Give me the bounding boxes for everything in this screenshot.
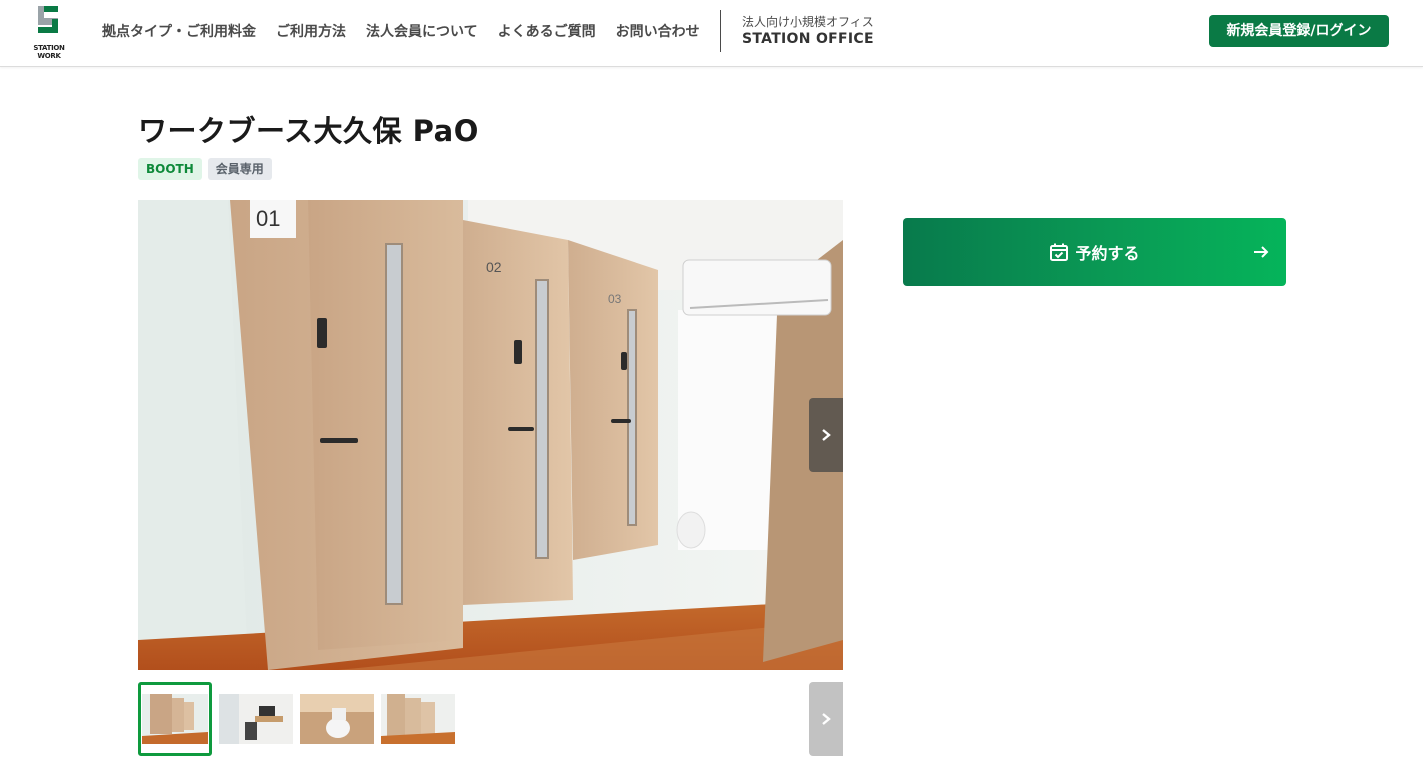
arrow-right-icon bbox=[1254, 246, 1269, 258]
nav-item-contact[interactable]: お問い合わせ bbox=[616, 20, 700, 44]
thumbnail-1[interactable] bbox=[138, 682, 212, 756]
thumbnail-next-button[interactable] bbox=[809, 682, 843, 756]
booth-label-02: 02 bbox=[486, 259, 502, 275]
reserve-button-content: 予約する bbox=[903, 218, 1286, 286]
chevron-right-icon bbox=[822, 429, 831, 441]
thumbnail-4[interactable] bbox=[381, 694, 455, 744]
logo-text: STATION WORK bbox=[33, 44, 65, 60]
nav-item-corporate[interactable]: 法人会員について bbox=[366, 20, 478, 44]
calendar-check-icon bbox=[1050, 243, 1069, 261]
thumbnail-3-image bbox=[300, 694, 374, 744]
main-photo: 01 02 03 bbox=[138, 200, 843, 670]
booth-tag: BOOTH bbox=[138, 158, 202, 180]
main-nav: 拠点タイプ・ご利用料金 ご利用方法 法人会員について よくあるご質問 お問い合わ… bbox=[102, 20, 720, 44]
chevron-right-icon bbox=[822, 713, 831, 725]
thumbnail-4-image bbox=[381, 694, 455, 744]
office-subtitle: 法人向け小規模オフィス bbox=[742, 15, 874, 29]
station-work-logo[interactable]: STATION WORK bbox=[32, 4, 66, 60]
nav-item-location-types[interactable]: 拠点タイプ・ご利用料金 bbox=[102, 20, 256, 44]
station-office-link[interactable]: 法人向け小規模オフィス STATION OFFICE bbox=[742, 14, 874, 48]
booth-label-03: 03 bbox=[608, 292, 622, 306]
signup-login-button[interactable]: 新規会員登録/ログイン bbox=[1209, 15, 1389, 47]
nav-item-how-to-use[interactable]: ご利用方法 bbox=[276, 20, 346, 44]
logo-s-mark bbox=[38, 6, 58, 33]
gallery-next-button[interactable] bbox=[809, 398, 843, 472]
members-only-tag: 会員専用 bbox=[207, 158, 272, 180]
nav-divider bbox=[720, 10, 721, 52]
site-header: STATION WORK 拠点タイプ・ご利用料金 ご利用方法 法人会員について よ… bbox=[0, 0, 1423, 67]
thumbnail-3[interactable] bbox=[300, 694, 374, 744]
thumbnail-strip bbox=[138, 682, 843, 756]
nav-item-faq[interactable]: よくあるご質問 bbox=[498, 20, 596, 44]
page-title: ワークブース大久保 PaO bbox=[138, 114, 479, 148]
reserve-label: 予約する bbox=[1075, 244, 1140, 263]
reserve-button[interactable]: 予約する bbox=[903, 218, 1286, 286]
thumbnail-1-image bbox=[142, 694, 208, 744]
office-title: STATION OFFICE bbox=[742, 31, 874, 47]
thumbnail-2-image bbox=[219, 694, 293, 744]
thumbnail-2[interactable] bbox=[219, 694, 293, 744]
tag-list: BOOTH 会員専用 bbox=[138, 158, 272, 180]
booth-photo: 01 02 03 bbox=[138, 200, 843, 670]
booth-label-01: 01 bbox=[256, 206, 280, 231]
